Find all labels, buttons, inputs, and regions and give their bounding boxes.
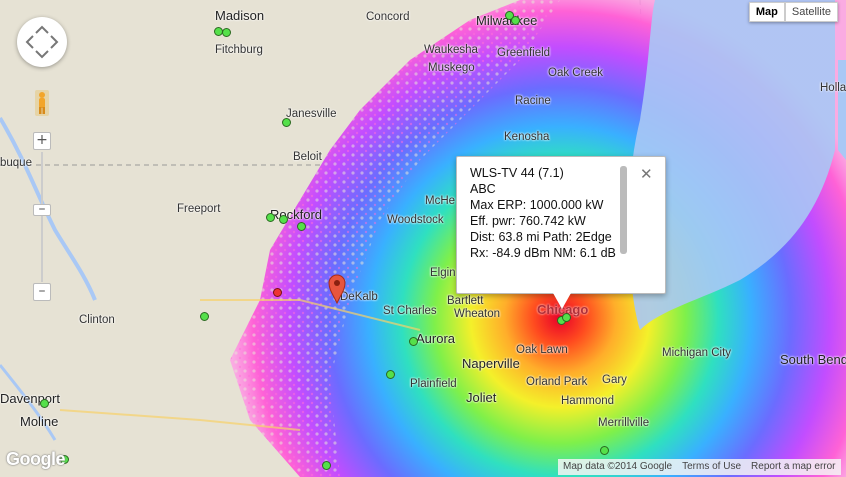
station-marker[interactable] — [511, 16, 520, 25]
city-label: Orland Park — [526, 376, 588, 388]
station-distance-path: Dist: 63.8 mi Path: 2Edge — [470, 230, 612, 244]
city-label: Clinton — [79, 314, 115, 326]
city-label: Joliet — [466, 390, 497, 405]
info-window-scrollbar[interactable] — [620, 166, 627, 254]
pan-arrows-icon — [25, 25, 59, 59]
city-label: Oak Lawn — [516, 344, 568, 356]
report-map-error-link[interactable]: Report a map error — [746, 459, 841, 475]
station-marker[interactable] — [282, 118, 291, 127]
city-label: Plainfield — [410, 378, 457, 390]
station-marker[interactable] — [386, 370, 395, 379]
station-marker[interactable] — [279, 215, 288, 224]
terms-of-use-link[interactable]: Terms of Use — [677, 459, 747, 475]
info-window-content: WLS-TV 44 (7.1) ABC Max ERP: 1000.000 kW… — [470, 165, 620, 289]
station-marker[interactable] — [562, 313, 571, 322]
city-label: Greenfield — [497, 47, 551, 59]
station-marker[interactable] — [409, 337, 418, 346]
city-label: Madison — [215, 8, 265, 23]
station-marker[interactable] — [322, 461, 331, 470]
city-label: Moline — [20, 414, 59, 429]
map-type-control: Map Satellite — [748, 2, 838, 22]
city-label: Michigan City — [662, 347, 732, 359]
info-window-tail — [553, 293, 571, 309]
station-marker[interactable] — [40, 399, 49, 408]
close-icon[interactable]: ✕ — [640, 165, 653, 183]
city-label: Oak Creek — [548, 67, 603, 79]
city-label: Waukesha — [424, 44, 478, 56]
map-type-map-button[interactable]: Map — [748, 2, 785, 22]
map-type-satellite-button[interactable]: Satellite — [784, 2, 838, 22]
city-label: Kenosha — [504, 131, 550, 143]
map-data-credit: Map data ©2014 Google — [558, 459, 678, 475]
zoom-out-button[interactable]: – — [33, 283, 51, 301]
city-label: buque — [0, 157, 32, 169]
city-label: Muskego — [428, 62, 475, 74]
station-marker[interactable] — [222, 28, 231, 37]
city-label: Fitchburg — [215, 44, 263, 56]
city-label: St Charles — [383, 305, 437, 317]
zoom-slider-handle[interactable]: – — [33, 202, 51, 216]
zoom-control: + – – — [33, 132, 51, 302]
station-network: ABC — [470, 182, 496, 196]
city-label: Concord — [366, 11, 410, 23]
city-label: Holla — [820, 82, 846, 94]
city-label: McHe — [425, 195, 456, 207]
city-label: Freeport — [177, 203, 221, 215]
map-canvas[interactable]: Madison Concord Milwaukee Fitchburg Wauk… — [0, 0, 846, 477]
station-marker[interactable] — [200, 312, 209, 321]
city-label: Naperville — [462, 356, 520, 371]
google-logo: Google — [6, 449, 66, 469]
city-label: Beloit — [293, 151, 322, 163]
city-label: Elgin — [430, 267, 456, 279]
station-callsign: WLS-TV 44 (7.1) — [470, 166, 564, 180]
city-label: Gary — [602, 374, 627, 386]
station-marker[interactable] — [266, 213, 275, 222]
street-view-pegman-icon[interactable] — [35, 90, 49, 116]
city-label: Davenport — [0, 391, 60, 406]
city-label: Aurora — [416, 331, 456, 346]
station-marker-selected[interactable] — [273, 288, 282, 297]
pan-control[interactable] — [17, 17, 67, 67]
station-info-window: WLS-TV 44 (7.1) ABC Max ERP: 1000.000 kW… — [456, 156, 666, 294]
city-label: Bartlett — [447, 295, 484, 307]
station-max-erp: Max ERP: 1000.000 kW — [470, 198, 604, 212]
station-eff-power: Eff. pwr: 760.742 kW — [470, 214, 586, 228]
zoom-in-button[interactable]: + — [33, 132, 51, 150]
location-pin-icon[interactable] — [328, 274, 346, 304]
city-label: Janesville — [286, 108, 337, 120]
scrollbar-thumb[interactable] — [620, 166, 627, 254]
city-label: Racine — [515, 95, 551, 107]
station-marker[interactable] — [297, 222, 306, 231]
city-label: Rockford — [270, 207, 323, 222]
city-label: Woodstock — [387, 214, 444, 226]
station-rx-nm: Rx: -84.9 dBm NM: 6.1 dB — [470, 246, 616, 260]
map-attribution: Map data ©2014 Google Terms of Use Repor… — [558, 459, 841, 475]
zoom-slider-track[interactable] — [41, 152, 43, 282]
city-label: Wheaton — [454, 308, 501, 320]
city-label: South Bend — [780, 352, 846, 367]
city-label: Merrillville — [598, 417, 650, 429]
coverage-basemap — [0, 0, 846, 477]
station-marker[interactable] — [600, 446, 609, 455]
city-label: Hammond — [561, 395, 615, 407]
